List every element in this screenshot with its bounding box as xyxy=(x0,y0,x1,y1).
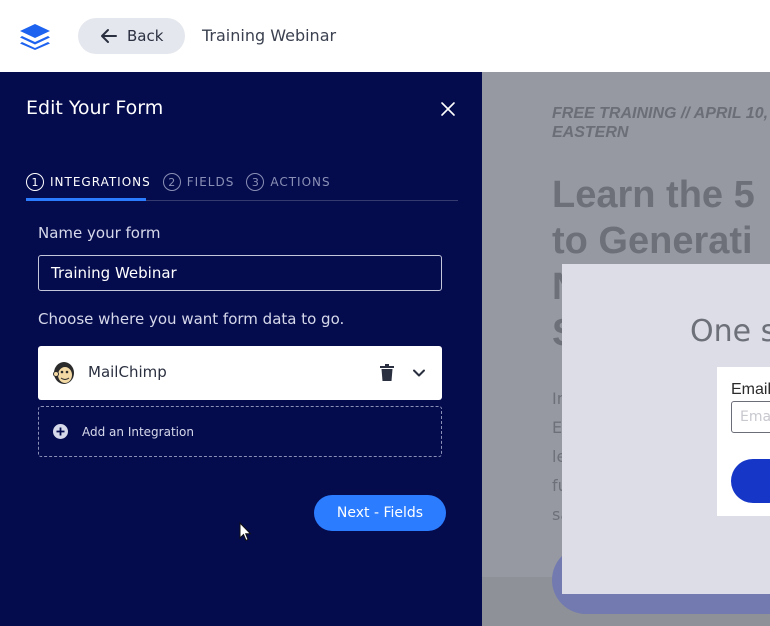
page-preview: FREE TRAINING // APRIL 10, EASTERN Learn… xyxy=(482,72,770,626)
layers-logo-icon[interactable] xyxy=(18,22,52,50)
popup-form-card: Email Ema xyxy=(717,367,770,516)
plus-circle-icon xyxy=(53,424,68,439)
add-integration-button[interactable]: Add an Integration xyxy=(38,406,442,457)
step-label: INTEGRATIONS xyxy=(50,175,151,189)
integration-name: MailChimp xyxy=(88,363,167,381)
arrow-left-icon xyxy=(101,29,117,43)
step-tabs: 1 INTEGRATIONS 2 FIELDS 3 ACTIONS xyxy=(26,172,343,200)
destination-label: Choose where you want form data to go. xyxy=(38,310,345,328)
back-label: Back xyxy=(127,27,164,45)
preview-kicker: FREE TRAINING // APRIL 10, EASTERN xyxy=(552,105,769,141)
trash-icon[interactable] xyxy=(380,364,394,381)
edit-form-panel: Edit Your Form 1 INTEGRATIONS 2 FIELDS 3… xyxy=(0,72,482,626)
step-label: FIELDS xyxy=(186,175,235,189)
mouse-pointer-icon xyxy=(239,522,252,542)
panel-title: Edit Your Form xyxy=(26,97,164,119)
popup-submit-button xyxy=(731,459,770,503)
mailchimp-icon xyxy=(53,362,74,384)
popup-email-input: Ema xyxy=(731,401,770,433)
chevron-down-icon[interactable] xyxy=(412,366,426,380)
form-name-input[interactable]: Training Webinar xyxy=(38,255,442,291)
top-bar: Back Training Webinar xyxy=(0,0,770,72)
tab-actions[interactable]: 3 ACTIONS xyxy=(246,172,330,192)
close-icon[interactable] xyxy=(439,100,457,118)
active-tab-indicator xyxy=(26,198,146,201)
tab-integrations[interactable]: 1 INTEGRATIONS xyxy=(26,172,151,192)
form-name-label: Name your form xyxy=(38,224,161,242)
step-number: 3 xyxy=(246,173,265,191)
add-integration-label: Add an Integration xyxy=(82,424,194,439)
page-name: Training Webinar xyxy=(202,26,337,45)
next-fields-button[interactable]: Next - Fields xyxy=(314,495,446,531)
popup-title: One s xyxy=(690,314,770,349)
back-button[interactable]: Back xyxy=(78,18,185,54)
integration-item-mailchimp[interactable]: MailChimp xyxy=(38,346,442,400)
step-number: 2 xyxy=(162,173,181,191)
tab-fields[interactable]: 2 FIELDS xyxy=(162,172,235,192)
step-number: 1 xyxy=(26,173,44,191)
popup-email-label: Email xyxy=(731,381,770,398)
step-label: ACTIONS xyxy=(270,175,331,189)
